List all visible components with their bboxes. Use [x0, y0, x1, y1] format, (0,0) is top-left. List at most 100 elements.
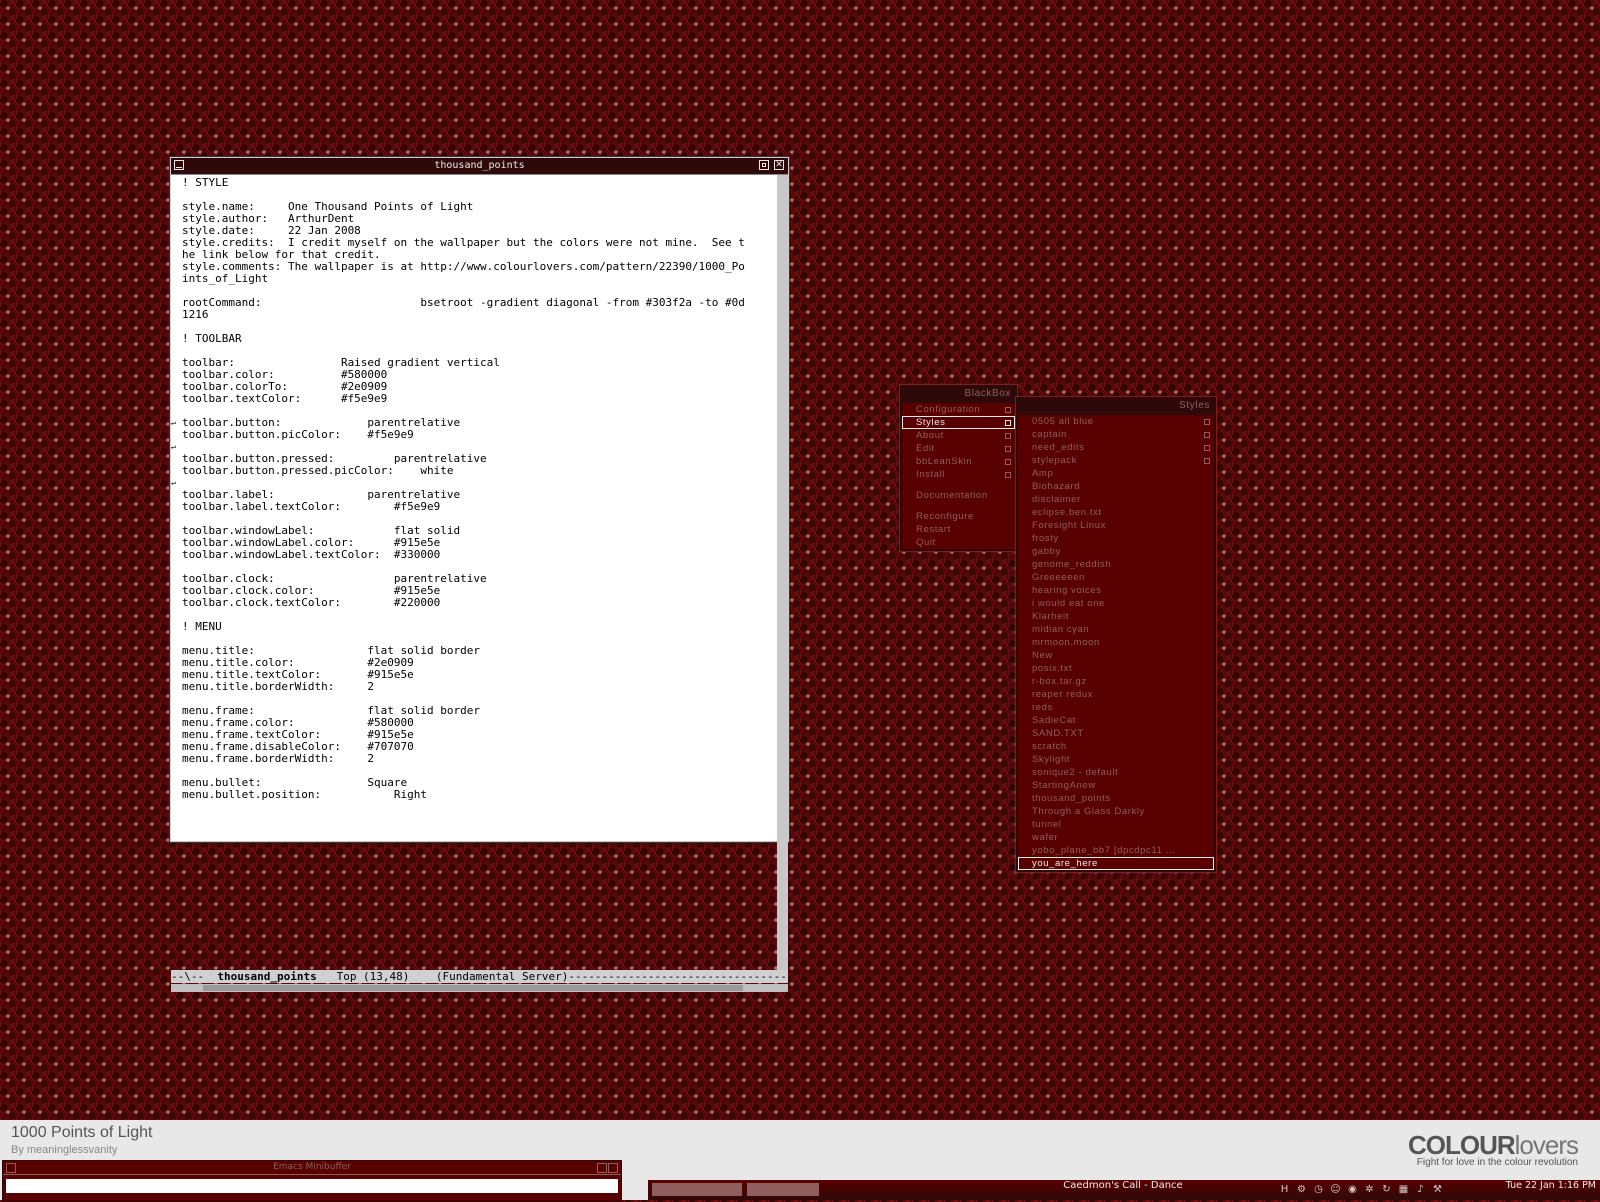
buffer-line[interactable]: menu.frame.borderWidth: 2	[182, 752, 374, 765]
emacs-titlebar[interactable]: thousand_points ✕	[171, 158, 788, 175]
styles-menu-item[interactable]: reaper redux	[1018, 688, 1214, 701]
blackbox-menu-item[interactable]: Reconfigure	[902, 510, 1015, 523]
styles-menu-title[interactable]: Styles	[1018, 399, 1214, 415]
buffer-line[interactable]: rootCommand: bsetroot -gradient diagonal…	[182, 296, 745, 309]
styles-menu-item[interactable]: midian cyan	[1018, 623, 1214, 636]
styles-menu-item[interactable]: Amp	[1018, 467, 1214, 480]
minibuffer-window[interactable]: Emacs Minibuffer	[2, 1160, 622, 1202]
blackbox-menu-item[interactable]: Styles	[902, 416, 1015, 429]
text-buffer[interactable]: ! STYLE style.name: One Thousand Points …	[173, 175, 775, 970]
buffer-line[interactable]: ! MENU	[182, 620, 222, 633]
styles-menu-item[interactable]: StartingAnew	[1018, 779, 1214, 792]
styles-menu-item-label: thousand_points	[1032, 793, 1111, 804]
styles-menu-item-label: scratch	[1032, 741, 1067, 752]
minibuffer-titlebar[interactable]: Emacs Minibuffer	[3, 1161, 621, 1175]
minimize-icon[interactable]	[6, 1163, 16, 1173]
settings-icon[interactable]: ⚒	[1431, 1183, 1444, 1196]
styles-menu-item[interactable]: tunnel	[1018, 818, 1214, 831]
styles-menu-item[interactable]: stylepack	[1018, 454, 1214, 467]
buffer-line[interactable]: ! STYLE	[182, 176, 228, 189]
styles-menu-item[interactable]: Foresight Linux	[1018, 519, 1214, 532]
submenu-square-icon	[1204, 419, 1210, 425]
buffer-line[interactable]: menu.bullet.position: Right	[182, 788, 427, 801]
styles-menu-item[interactable]: posix.txt	[1018, 662, 1214, 675]
styles-menu-item[interactable]: Biohazard	[1018, 480, 1214, 493]
network-icon[interactable]: ⚙	[1295, 1183, 1308, 1196]
styles-menu-item[interactable]: Through a Glass Darkly	[1018, 805, 1214, 818]
emacs-window[interactable]: thousand_points ✕ ! STYLE style.name: On…	[170, 157, 789, 992]
blackbox-menu-item[interactable]: Restart	[902, 523, 1015, 536]
buffer-line[interactable]: ! TOOLBAR	[182, 332, 242, 345]
buffer-line[interactable]: toolbar.button.pressed.picColor: white	[182, 464, 454, 477]
styles-menu-item[interactable]: you_are_here	[1018, 857, 1214, 870]
styles-menu-item[interactable]: yobo_plane_bb7 [dpcdpc11 ...	[1018, 844, 1214, 857]
styles-menu-item-label: i would eat one	[1032, 598, 1105, 609]
styles-menu-item-label: sonique2 - default	[1032, 767, 1119, 778]
chart-icon[interactable]: ▦	[1397, 1183, 1410, 1196]
styles-menu-item[interactable]: eclipse.ben.txt	[1018, 506, 1214, 519]
styles-menu-item[interactable]: Greeeeeen	[1018, 571, 1214, 584]
buffer-line[interactable]: toolbar.label.textColor: #f5e9e9	[182, 500, 440, 513]
buffer-line[interactable]: menu.title.borderWidth: 2	[182, 680, 374, 693]
sound-icon[interactable]: ♪	[1414, 1183, 1427, 1196]
buffer-line[interactable]: toolbar.clock.textColor: #220000	[182, 596, 440, 609]
blackbox-menu-item[interactable]: Install	[902, 468, 1015, 481]
buffer-line[interactable]: ints_of_Light	[182, 272, 268, 285]
workspace-pager-1[interactable]	[652, 1183, 742, 1196]
close-icon[interactable]	[608, 1163, 618, 1173]
blackbox-menu-item[interactable]: About	[902, 429, 1015, 442]
buffer-line[interactable]: toolbar.button.picColor: #f5e9e9	[182, 428, 414, 441]
gear-icon[interactable]: ✲	[1363, 1183, 1376, 1196]
styles-menu-item-label: Amp	[1032, 468, 1054, 479]
minibuffer-title: Emacs Minibuffer	[273, 1162, 351, 1172]
maximize-icon[interactable]	[759, 160, 769, 170]
blackbox-menu-item[interactable]: Quit	[902, 536, 1015, 549]
blackbox-menu-title[interactable]: BlackBox	[902, 387, 1015, 403]
styles-menu-item[interactable]: gabby	[1018, 545, 1214, 558]
styles-menu-item[interactable]: hearing voices	[1018, 584, 1214, 597]
styles-menu-item[interactable]: disclaimer	[1018, 493, 1214, 506]
clock-icon[interactable]: ◷	[1312, 1183, 1325, 1196]
blackbox-menu-item[interactable]: Edit	[902, 442, 1015, 455]
styles-menu-item[interactable]: reds	[1018, 701, 1214, 714]
window-label[interactable]: Caedmon's Call - Dance	[958, 1180, 1288, 1200]
styles-menu-item[interactable]: Skylight	[1018, 753, 1214, 766]
workspace-pager-2[interactable]	[747, 1183, 819, 1196]
h-icon[interactable]: H	[1278, 1183, 1291, 1196]
blackbox-menu-item[interactable]: bbLeanSkin	[902, 455, 1015, 468]
styles-menu-item[interactable]: i would eat one	[1018, 597, 1214, 610]
styles-menu-item[interactable]: SadieCat	[1018, 714, 1214, 727]
horizontal-scrollbar[interactable]	[171, 984, 788, 992]
buffer-line[interactable]: toolbar.windowLabel.textColor: #330000	[182, 548, 440, 561]
styles-menu-item[interactable]: captain	[1018, 428, 1214, 441]
disk-icon[interactable]: ◉	[1346, 1183, 1359, 1196]
buffer-line[interactable]: 1216	[182, 308, 209, 321]
styles-menu-item[interactable]: wafer	[1018, 831, 1214, 844]
styles-menu-item[interactable]: r-box.tar.gz	[1018, 675, 1214, 688]
vertical-scrollbar[interactable]	[777, 175, 788, 970]
styles-menu-item[interactable]: 0505 all blue	[1018, 415, 1214, 428]
styles-menu-item[interactable]: Klarheit	[1018, 610, 1214, 623]
styles-menu-item[interactable]: sonique2 - default	[1018, 766, 1214, 779]
styles-menu-item[interactable]: need_edits	[1018, 441, 1214, 454]
close-icon[interactable]: ✕	[774, 160, 784, 170]
styles-menu-item-label: wafer	[1032, 832, 1059, 843]
styles-menu-item[interactable]: SAND.TXT	[1018, 727, 1214, 740]
blackbox-menu-item[interactable]: Configuration	[902, 403, 1015, 416]
styles-menu-item[interactable]: scratch	[1018, 740, 1214, 753]
styles-menu-item[interactable]: genome_reddish	[1018, 558, 1214, 571]
buffer-text[interactable]: ! STYLE style.name: One Thousand Points …	[173, 175, 775, 801]
user-icon[interactable]: ☺	[1329, 1183, 1342, 1196]
styles-menu-item[interactable]: New	[1018, 649, 1214, 662]
buffer-line[interactable]: toolbar.textColor: #f5e9e9	[182, 392, 387, 405]
maximize-icon[interactable]	[597, 1163, 607, 1173]
blackbox-menu-item-label: Styles	[916, 417, 946, 428]
styles-menu-item[interactable]: thousand_points	[1018, 792, 1214, 805]
styles-menu-item[interactable]: mrmoon.moon	[1018, 636, 1214, 649]
styles-menu-item[interactable]: frosty	[1018, 532, 1214, 545]
refresh-icon[interactable]: ↻	[1380, 1183, 1393, 1196]
scrollbar-thumb[interactable]	[203, 985, 743, 991]
blackbox-menu-item[interactable]: Documentation	[902, 489, 1015, 502]
minibuffer-input[interactable]	[6, 1179, 618, 1193]
minimize-icon[interactable]	[174, 160, 184, 170]
